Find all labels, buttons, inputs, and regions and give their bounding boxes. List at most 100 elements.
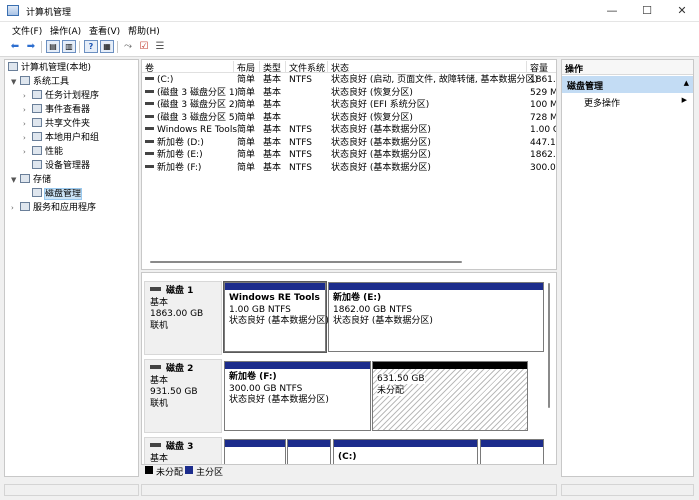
- volume-icon: [145, 77, 154, 80]
- tree-item-task-scheduler[interactable]: › 任务计划程序: [23, 89, 99, 103]
- disk-1-info[interactable]: 磁盘 1 基本 1863.00 GB 联机: [144, 281, 222, 355]
- partition-f[interactable]: 新加卷 (F:) 300.00 GB NTFS 状态良好 (基本数据分区): [224, 361, 371, 431]
- partition-disk3-2[interactable]: [287, 439, 331, 464]
- column-header-volume[interactable]: 卷: [142, 61, 234, 74]
- cell-type: 基本: [263, 162, 282, 173]
- partition-unallocated[interactable]: 631.50 GB 未分配: [372, 361, 528, 431]
- tree-item-event-viewer[interactable]: › 事件查看器: [23, 103, 90, 117]
- scrollbar-thumb[interactable]: [150, 261, 462, 263]
- check-icon[interactable]: ☑: [137, 40, 151, 53]
- menu-action[interactable]: 操作(A): [50, 24, 81, 37]
- expand-toggle-icon[interactable]: ›: [23, 89, 32, 103]
- tree-item-performance[interactable]: › 性能: [23, 145, 63, 159]
- primary-partition-bar: [481, 440, 543, 447]
- tree-item-root[interactable]: 计算机管理(本地): [8, 61, 91, 75]
- cell-capacity: 300.00: [530, 162, 556, 173]
- help-icon[interactable]: ?: [84, 40, 98, 53]
- primary-partition-bar: [225, 440, 285, 447]
- table-row[interactable]: Windows RE Tools 简单 基本 NTFS 状态良好 (基本数据分区…: [142, 124, 556, 137]
- more-actions-link[interactable]: 更多操作: [584, 96, 620, 109]
- column-header-status[interactable]: 状态: [328, 61, 527, 74]
- cell-capacity: 1.00 GI: [530, 125, 556, 135]
- table-row[interactable]: 新加卷 (E:) 简单 基本 NTFS 状态良好 (基本数据分区) 1862.0: [142, 149, 556, 162]
- expand-toggle-icon[interactable]: ▼: [11, 173, 20, 187]
- menu-help[interactable]: 帮助(H): [128, 24, 160, 37]
- expand-toggle-icon[interactable]: ›: [23, 103, 32, 117]
- cell-layout: 简单: [237, 137, 256, 148]
- column-header-capacity[interactable]: 容量: [527, 61, 556, 74]
- properties-icon[interactable]: ▦: [100, 40, 114, 53]
- up-folder-icon[interactable]: ▤: [46, 40, 60, 53]
- partition-e[interactable]: 新加卷 (E:) 1862.00 GB NTFS 状态良好 (基本数据分区): [328, 282, 544, 352]
- actions-section-disk-management[interactable]: 磁盘管理 ▲: [562, 76, 693, 93]
- event-viewer-icon: [32, 104, 42, 113]
- expand-toggle-icon[interactable]: ›: [23, 145, 32, 159]
- shared-folder-icon: [32, 118, 42, 127]
- minimize-button[interactable]: —: [595, 0, 629, 22]
- cell-volume: Windows RE Tools: [145, 124, 237, 137]
- maximize-button[interactable]: ☐: [630, 0, 664, 22]
- tree-item-disk-management[interactable]: 磁盘管理: [23, 187, 83, 201]
- disk-3-info[interactable]: 磁盘 3 基本: [144, 437, 222, 464]
- disk-name: 磁盘 3: [150, 442, 216, 454]
- cell-type: 基本: [263, 87, 282, 98]
- menu-view[interactable]: 查看(V): [89, 24, 120, 37]
- partition-windows-re-tools[interactable]: Windows RE Tools 1.00 GB NTFS 状态良好 (基本数据…: [223, 281, 329, 353]
- actions-pane: 操作 磁盘管理 ▲ 更多操作 ▶: [561, 59, 694, 477]
- disk-management-icon: [32, 188, 42, 197]
- expand-toggle-icon[interactable]: ▼: [11, 75, 20, 89]
- column-header-type[interactable]: 类型: [260, 61, 286, 74]
- cell-filesystem: NTFS: [289, 75, 312, 85]
- collapse-arrow-icon[interactable]: ▲: [684, 79, 689, 87]
- cell-layout: 简单: [237, 100, 256, 110]
- tree-item-label: 事件查看器: [45, 105, 91, 115]
- cell-filesystem: NTFS: [289, 150, 312, 160]
- tree-item-shared-folders[interactable]: › 共享文件夹: [23, 117, 90, 131]
- table-row[interactable]: (C:) 简单 基本 NTFS 状态良好 (启动, 页面文件, 故障转储, 基本…: [142, 74, 556, 87]
- column-header-layout[interactable]: 布局: [234, 61, 260, 74]
- disk-2-info[interactable]: 磁盘 2 基本 931.50 GB 联机: [144, 359, 222, 433]
- partition-disk3-5[interactable]: [480, 439, 544, 464]
- close-button[interactable]: ✕: [665, 0, 699, 22]
- partition-status: 状态良好 (基本数据分区): [333, 316, 433, 326]
- tree-item-system-tools[interactable]: ▼ 系统工具: [11, 75, 69, 89]
- tree-item-storage[interactable]: ▼ 存储: [11, 173, 51, 187]
- back-arrow-icon[interactable]: ⬅: [8, 40, 22, 53]
- forward-arrow-icon[interactable]: ➡: [24, 40, 38, 53]
- computer-icon: [8, 62, 18, 71]
- column-header-filesystem[interactable]: 文件系统: [286, 61, 328, 74]
- disk-view-vertical-scrollbar[interactable]: [548, 283, 550, 408]
- submenu-arrow-icon[interactable]: ▶: [682, 96, 687, 104]
- partition-c[interactable]: (C:): [333, 439, 478, 464]
- volume-list-header: 卷 布局 类型 文件系统 状态 容量: [142, 60, 556, 74]
- tree-item-local-users[interactable]: › 本地用户和组: [23, 131, 99, 145]
- tree-item-device-manager[interactable]: 设备管理器: [23, 159, 90, 173]
- expand-toggle-icon[interactable]: ›: [23, 131, 32, 145]
- table-row[interactable]: 新加卷 (F:) 简单 基本 NTFS 状态良好 (基本数据分区) 300.00: [142, 162, 556, 175]
- status-segment: [4, 484, 139, 496]
- disk-icon: [150, 287, 161, 291]
- table-row[interactable]: (磁盘 3 磁盘分区 2) 简单 基本 状态良好 (EFI 系统分区) 100 …: [142, 99, 556, 112]
- tree-item-services-apps[interactable]: › 服务和应用程序: [11, 201, 96, 215]
- cell-status: 状态良好 (基本数据分区): [331, 150, 431, 160]
- menu-file[interactable]: 文件(F): [12, 24, 42, 37]
- tree-item-label: 存储: [33, 175, 52, 185]
- disk-icon: [150, 443, 161, 447]
- cell-volume: (磁盘 3 磁盘分区 5): [145, 112, 238, 125]
- table-row[interactable]: (磁盘 3 磁盘分区 5) 简单 基本 状态良好 (恢复分区) 728 MI: [142, 112, 556, 125]
- cell-capacity: 447.11: [530, 137, 556, 148]
- list-icon[interactable]: ☰: [153, 40, 167, 53]
- show-hide-tree-icon[interactable]: ▥: [62, 40, 76, 53]
- cell-type: 基本: [263, 75, 282, 85]
- table-row[interactable]: (磁盘 3 磁盘分区 1) 简单 基本 状态良好 (恢复分区) 529 MI: [142, 87, 556, 100]
- partition-disk3-1[interactable]: [224, 439, 286, 464]
- expand-toggle-icon[interactable]: ›: [11, 201, 20, 215]
- expand-toggle-icon[interactable]: ›: [23, 117, 32, 131]
- table-row[interactable]: 新加卷 (D:) 简单 基本 NTFS 状态良好 (基本数据分区) 447.11: [142, 137, 556, 150]
- cell-status: 状态良好 (基本数据分区): [331, 125, 431, 135]
- volume-list-horizontal-scrollbar[interactable]: [142, 259, 556, 265]
- connect-icon[interactable]: ⤳: [121, 40, 135, 53]
- disk-size: 1863.00 GB: [150, 309, 204, 319]
- cell-status: 状态良好 (恢复分区): [331, 87, 413, 98]
- window-title: 计算机管理: [26, 8, 72, 18]
